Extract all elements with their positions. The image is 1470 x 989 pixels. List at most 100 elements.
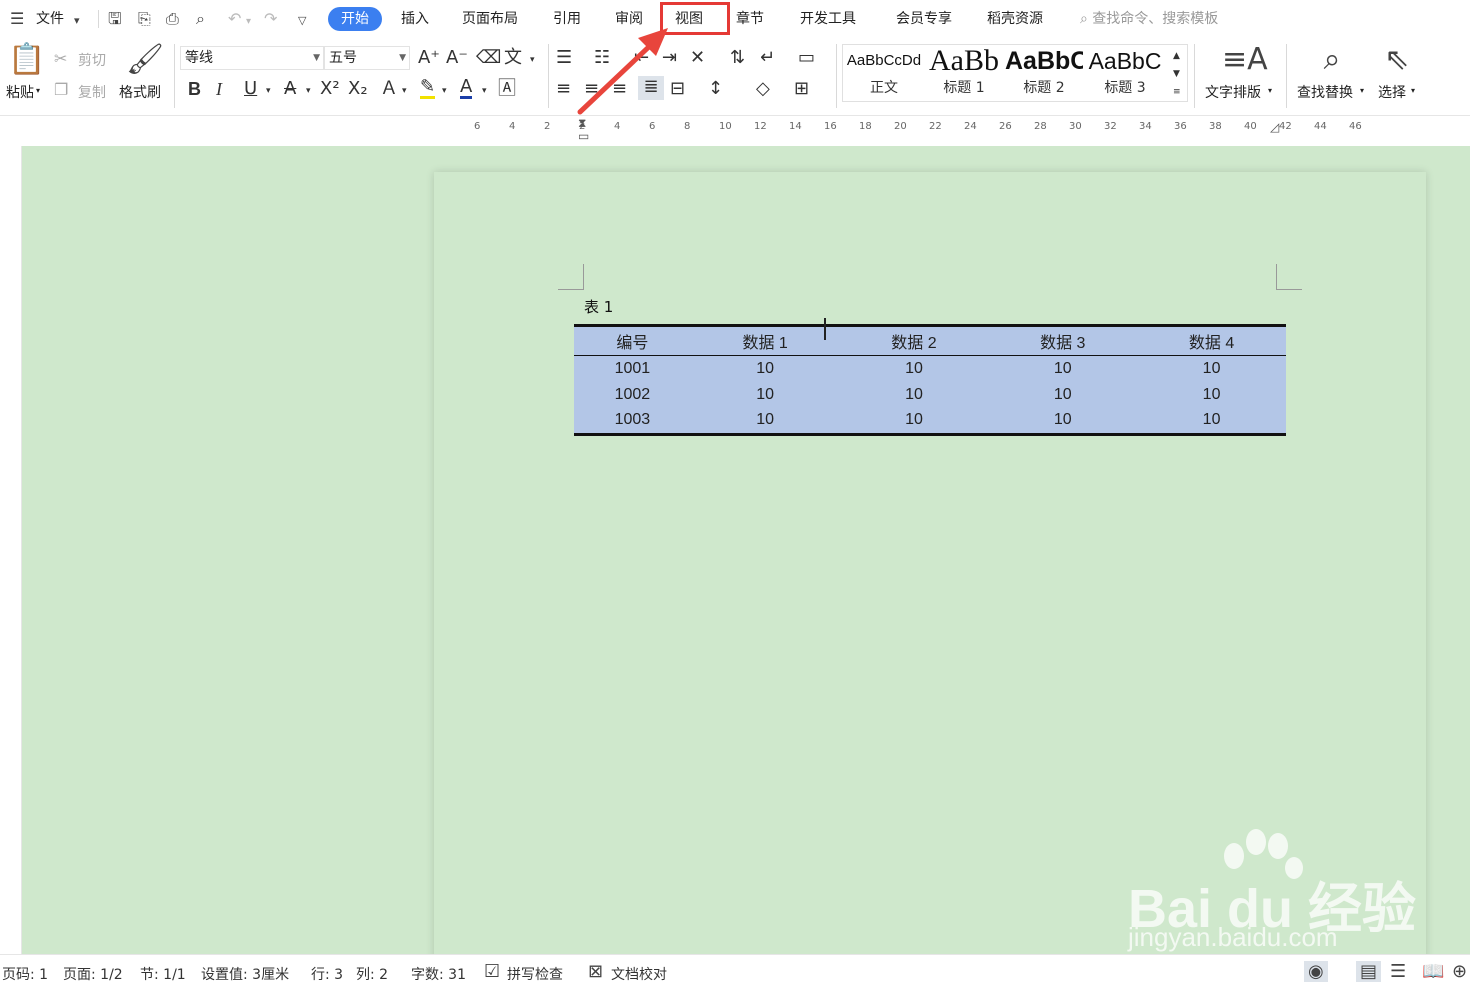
bullet-list-icon[interactable]: ☰: [556, 47, 572, 69]
doc-proofread-icon[interactable]: ⊠: [588, 961, 603, 982]
superscript-icon[interactable]: X²: [320, 78, 340, 100]
character-border-icon[interactable]: 🄰: [498, 78, 516, 100]
table-cell[interactable]: 10: [691, 356, 840, 382]
tab-developer-tools[interactable]: 开发工具: [800, 8, 856, 30]
align-left-icon[interactable]: ≡: [556, 78, 571, 100]
customize-toolbar-icon[interactable]: ▽: [298, 11, 306, 31]
copy-icon[interactable]: ❐: [54, 79, 68, 101]
select-cursor-icon[interactable]: ⇖: [1382, 44, 1412, 76]
align-right-icon[interactable]: ≡: [612, 78, 627, 100]
format-painter-button[interactable]: 格式刷: [119, 82, 161, 102]
table-cell[interactable]: 10: [1137, 356, 1286, 382]
sort-icon[interactable]: ⇅: [730, 47, 745, 69]
font-name-select[interactable]: 等线 ▼: [180, 46, 324, 70]
format-painter-icon[interactable]: 🖌: [126, 44, 164, 76]
text-layout-button[interactable]: 文字排版: [1205, 82, 1261, 102]
cut-button[interactable]: 剪切: [78, 50, 106, 70]
style-heading-2[interactable]: AaBbC 标题 2: [1005, 45, 1083, 101]
page-view-icon[interactable]: ▤: [1356, 961, 1382, 982]
table-cell[interactable]: 10: [839, 407, 989, 436]
strikethrough-icon[interactable]: A: [284, 78, 296, 100]
table-header-cell[interactable]: 数据 2: [839, 324, 989, 356]
highlight-color-icon[interactable]: ✎: [420, 78, 436, 99]
print-icon[interactable]: ⎙: [166, 9, 179, 29]
tab-docer-resources[interactable]: 稻壳资源: [987, 8, 1043, 30]
justify-icon[interactable]: ≣: [638, 76, 664, 100]
status-setting-value[interactable]: 设置值: 3厘米: [201, 964, 289, 984]
font-color-dropdown-icon[interactable]: ▾: [482, 80, 487, 102]
horizontal-ruler[interactable]: 6 4 2 2 4 6 8 10 12 14 16 18 20 22 24 26 28 30 32 34 36 38 40 4…: [0, 116, 1470, 146]
table-cell[interactable]: 10: [840, 382, 989, 408]
distributed-align-icon[interactable]: ⊟: [670, 78, 685, 100]
doc-proofread-button[interactable]: 文档校对: [611, 964, 667, 984]
style-heading-1[interactable]: AaBb 标题 1: [925, 45, 1003, 101]
tab-member[interactable]: 会员专享: [896, 8, 952, 30]
status-row[interactable]: 行: 3: [311, 964, 343, 984]
chinese-layout-icon[interactable]: ✕: [690, 47, 705, 69]
table-header-cell[interactable]: 数据 4: [1137, 324, 1286, 356]
undo-dropdown-icon[interactable]: ▾: [246, 12, 251, 32]
table-cell[interactable]: 10: [988, 407, 1138, 436]
strikethrough-dropdown-icon[interactable]: ▾: [306, 80, 311, 102]
font-size-select[interactable]: 五号 ▼: [324, 46, 410, 70]
file-chevron-down-icon[interactable]: ▾: [74, 11, 80, 31]
table-cell[interactable]: 10: [988, 382, 1137, 408]
undo-icon[interactable]: ↶: [228, 9, 241, 29]
table-cell[interactable]: 10: [691, 382, 840, 408]
cut-icon[interactable]: ✂: [54, 48, 67, 70]
table-cell[interactable]: 10: [840, 356, 989, 382]
italic-icon[interactable]: I: [216, 78, 222, 100]
increase-font-size-icon[interactable]: A⁺: [418, 47, 440, 69]
outline-view-icon[interactable]: ☰: [1390, 961, 1406, 982]
paste-button[interactable]: 粘贴: [6, 82, 34, 102]
underline-icon[interactable]: U: [244, 78, 257, 100]
underline-dropdown-icon[interactable]: ▾: [266, 80, 271, 102]
copy-button[interactable]: 复制: [78, 82, 106, 102]
subscript-icon[interactable]: X₂: [348, 78, 368, 100]
chevron-down-icon[interactable]: ▾: [1360, 86, 1364, 95]
status-word-count[interactable]: 字数: 31: [411, 964, 466, 984]
style-heading-3[interactable]: AaBbC 标题 3: [1085, 45, 1165, 101]
table-header-cell[interactable]: 编号: [574, 324, 691, 356]
status-page[interactable]: 页面: 1/2: [63, 964, 123, 984]
text-effect-dropdown-icon[interactable]: ▾: [402, 80, 407, 102]
table-cell[interactable]: 10: [1137, 382, 1286, 408]
align-center-icon[interactable]: ≡: [584, 78, 599, 100]
bold-icon[interactable]: B: [188, 78, 201, 100]
find-replace-button[interactable]: 查找替换: [1297, 82, 1353, 102]
table-cell[interactable]: 1003: [574, 407, 691, 436]
right-indent-marker-icon[interactable]: ◿: [1270, 120, 1279, 134]
left-indent-marker-icon[interactable]: ▭: [578, 129, 589, 143]
numbered-list-icon[interactable]: ☷: [594, 47, 610, 69]
line-spacing-icon[interactable]: ↕: [708, 78, 723, 100]
ruler-icon[interactable]: ▭: [798, 47, 815, 69]
tab-page-layout[interactable]: 页面布局: [462, 8, 518, 30]
file-menu[interactable]: 文件: [36, 8, 64, 30]
status-column[interactable]: 列: 2: [356, 964, 388, 984]
show-hide-marks-icon[interactable]: ↵: [760, 47, 775, 69]
chevron-down-icon[interactable]: ▾: [1411, 86, 1415, 95]
shading-icon[interactable]: ◇: [756, 78, 770, 100]
spell-check-button[interactable]: 拼写检查: [507, 964, 563, 984]
table-cell[interactable]: 1002: [574, 382, 691, 408]
print-preview-icon[interactable]: ⌕: [196, 9, 205, 29]
tab-chapter[interactable]: 章节: [736, 8, 764, 30]
paste-icon[interactable]: 📋: [8, 44, 45, 76]
tab-references[interactable]: 引用: [553, 8, 581, 30]
increase-indent-icon[interactable]: ⇥: [662, 47, 677, 69]
redo-icon[interactable]: ↷: [264, 9, 277, 29]
tab-start[interactable]: 开始: [328, 7, 382, 31]
table-cell[interactable]: 10: [1137, 407, 1286, 436]
table-cell[interactable]: 10: [988, 356, 1137, 382]
status-page-code[interactable]: 页码: 1: [2, 964, 48, 984]
tab-review[interactable]: 审阅: [615, 8, 643, 30]
table-header-cell[interactable]: 数据 1: [690, 324, 840, 356]
style-normal[interactable]: AaBbCcDd 正文: [845, 45, 923, 101]
eye-protection-icon[interactable]: ◉: [1304, 961, 1328, 982]
styles-more-icon[interactable]: ≡: [1173, 81, 1181, 103]
text-effect-icon[interactable]: Ａ: [380, 78, 398, 100]
spell-check-icon[interactable]: ☑: [484, 961, 500, 982]
data-table[interactable]: 编号 数据 1 数据 2 数据 3 数据 4 1001 10 10 10 10 …: [574, 324, 1286, 436]
borders-icon[interactable]: ⊞: [794, 78, 809, 100]
clear-formatting-icon[interactable]: ⌫: [476, 47, 501, 69]
